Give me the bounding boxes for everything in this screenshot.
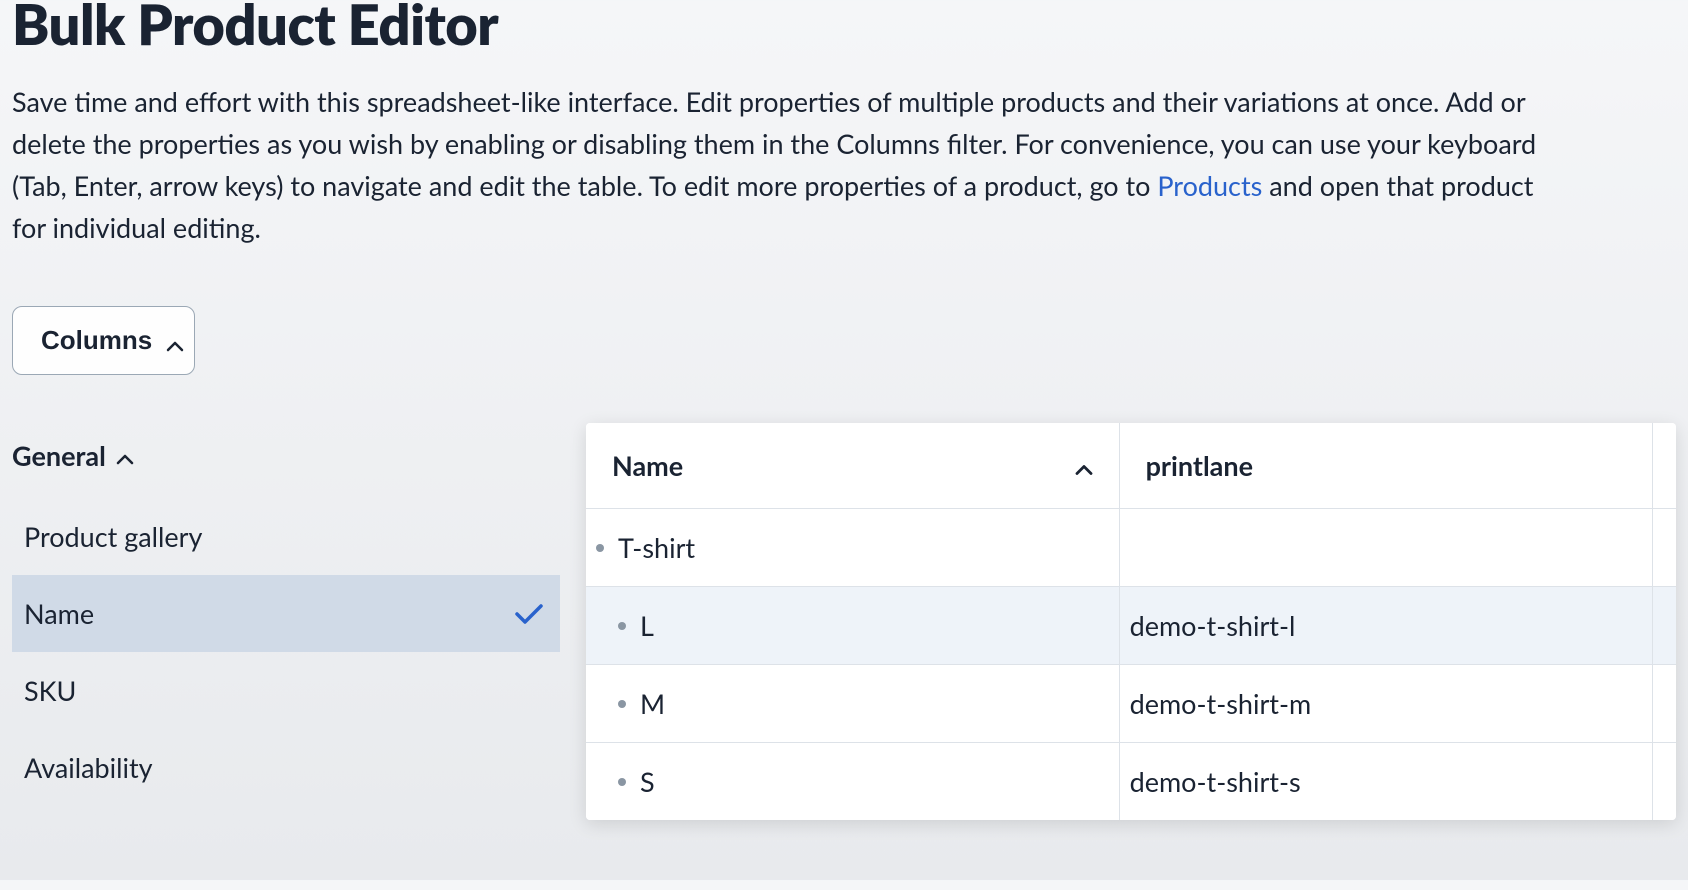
- cell-extra: [1652, 509, 1676, 587]
- cell-printlane-value: demo-t-shirt-l: [1130, 609, 1296, 642]
- cell-name-value: M: [640, 687, 665, 720]
- sidebar-item-product-gallery[interactable]: Product gallery: [12, 498, 560, 575]
- columns-filter-button[interactable]: Columns: [12, 306, 195, 375]
- cell-name[interactable]: S: [586, 743, 1119, 821]
- table-row[interactable]: T-shirt: [586, 509, 1676, 587]
- products-link[interactable]: Products: [1157, 169, 1262, 202]
- cell-printlane-value: demo-t-shirt-m: [1130, 687, 1312, 720]
- cell-extra: [1652, 587, 1676, 665]
- sidebar-group-label: General: [12, 439, 106, 472]
- sidebar-item-name[interactable]: Name: [12, 575, 560, 652]
- columns-label: Columns: [41, 325, 152, 356]
- cell-name-value: L: [640, 609, 654, 642]
- chevron-up-icon: [1075, 449, 1093, 482]
- cell-printlane-value: demo-t-shirt-s: [1130, 765, 1301, 798]
- cell-name[interactable]: M: [586, 665, 1119, 743]
- bullet-icon: [618, 622, 626, 630]
- columns-sidebar: General Product gallery Name SKU Availab…: [12, 423, 560, 806]
- column-header-extra: [1652, 423, 1676, 509]
- page-description: Save time and effort with this spreadshe…: [12, 81, 1572, 248]
- sidebar-item-label: Product gallery: [24, 520, 202, 553]
- sidebar-item-label: Name: [24, 597, 94, 630]
- cell-name[interactable]: L: [586, 587, 1119, 665]
- cell-printlane[interactable]: demo-t-shirt-l: [1119, 587, 1652, 665]
- sidebar-item-availability[interactable]: Availability: [12, 729, 560, 806]
- check-icon: [514, 602, 544, 626]
- cell-name-value: S: [640, 765, 655, 798]
- column-header-printlane[interactable]: printlane: [1119, 423, 1652, 509]
- sidebar-item-sku[interactable]: SKU: [12, 652, 560, 729]
- cell-extra: [1652, 665, 1676, 743]
- bullet-icon: [618, 778, 626, 786]
- sidebar-item-label: SKU: [24, 674, 76, 707]
- chevron-up-icon: [116, 439, 134, 472]
- cell-printlane[interactable]: demo-t-shirt-s: [1119, 743, 1652, 821]
- column-header-label: Name: [612, 449, 683, 482]
- column-header-label: printlane: [1146, 449, 1253, 482]
- product-table: Name printlane T-s: [586, 423, 1676, 820]
- cell-name-value: T-shirt: [618, 531, 695, 564]
- table-row[interactable]: S demo-t-shirt-s: [586, 743, 1676, 821]
- page-title: Bulk Product Editor: [12, 0, 1676, 57]
- table-row[interactable]: L demo-t-shirt-l: [586, 587, 1676, 665]
- column-header-name[interactable]: Name: [586, 423, 1119, 509]
- cell-printlane[interactable]: [1119, 509, 1652, 587]
- sidebar-group-general[interactable]: General: [12, 423, 560, 498]
- table-row[interactable]: M demo-t-shirt-m: [586, 665, 1676, 743]
- product-table-container: Name printlane T-s: [586, 423, 1676, 820]
- cell-extra: [1652, 743, 1676, 821]
- sidebar-item-label: Availability: [24, 751, 153, 784]
- cell-name[interactable]: T-shirt: [586, 509, 1119, 587]
- bullet-icon: [618, 700, 626, 708]
- bullet-icon: [596, 544, 604, 552]
- cell-printlane[interactable]: demo-t-shirt-m: [1119, 665, 1652, 743]
